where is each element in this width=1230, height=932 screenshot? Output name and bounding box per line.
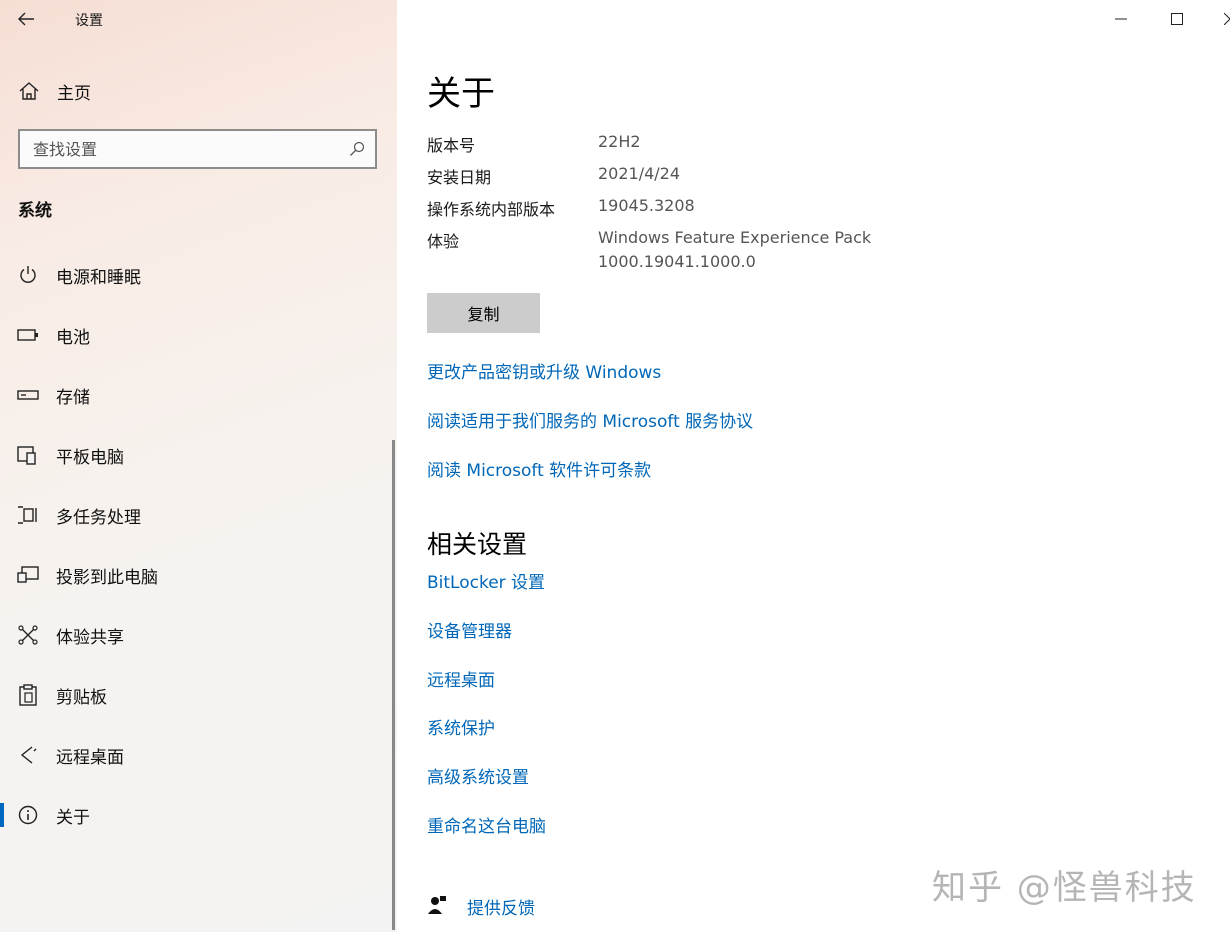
page-title: 关于 — [427, 74, 495, 114]
spec-label-os-build: 操作系统内部版本 — [427, 200, 556, 219]
sidebar-item-label: 主页 — [57, 83, 91, 104]
sidebar-item-remote-desktop[interactable]: 远程桌面 — [0, 725, 397, 785]
sidebar-section-title: 系统 — [18, 201, 52, 221]
related-settings-title: 相关设置 — [427, 530, 528, 559]
sidebar: 设置 主页 系统 电源和睡眠 电池 存储 平板电脑 — [0, 0, 397, 932]
rename-pc-link[interactable]: 重命名这台电脑 — [427, 812, 546, 837]
sidebar-item-label: 电源和睡眠 — [56, 267, 141, 288]
device-manager-link[interactable]: 设备管理器 — [427, 617, 512, 642]
search-box[interactable] — [18, 129, 377, 169]
close-icon — [1224, 13, 1230, 25]
sidebar-item-about[interactable]: 关于 — [0, 785, 397, 845]
sidebar-item-label: 远程桌面 — [56, 747, 124, 768]
sidebar-item-label: 电池 — [56, 327, 90, 348]
spec-label-version: 版本号 — [427, 136, 476, 155]
sidebar-item-tablet[interactable]: 平板电脑 — [0, 425, 397, 485]
sidebar-nav: 电源和睡眠 电池 存储 平板电脑 多任务处理 投影到此电脑 体验共享 剪贴板 远… — [0, 245, 397, 845]
license-terms-link[interactable]: 阅读 Microsoft 软件许可条款 — [427, 456, 651, 481]
sidebar-scrollbar[interactable] — [392, 440, 395, 930]
sidebar-item-label: 投影到此电脑 — [56, 567, 158, 588]
sidebar-item-shared-experiences[interactable]: 体验共享 — [0, 605, 397, 665]
sidebar-item-power[interactable]: 电源和睡眠 — [0, 245, 397, 305]
spec-value-os-build: 19045.3208 — [598, 196, 695, 215]
sidebar-item-label: 多任务处理 — [56, 507, 141, 528]
search-input[interactable] — [20, 139, 340, 159]
minimize-button[interactable] — [1093, 0, 1149, 38]
advanced-system-settings-link[interactable]: 高级系统设置 — [427, 763, 529, 788]
search-icon[interactable] — [349, 141, 365, 161]
minimize-icon — [1115, 18, 1127, 20]
spec-value-experience: Windows Feature Experience Pack — [598, 228, 872, 247]
sidebar-item-label: 平板电脑 — [56, 447, 124, 468]
system-protection-link[interactable]: 系统保护 — [427, 714, 495, 739]
project-icon — [0, 566, 56, 584]
spec-value-version: 22H2 — [598, 132, 641, 151]
spec-label-experience: 体验 — [427, 232, 460, 251]
info-icon — [0, 805, 56, 825]
multitasking-icon — [0, 505, 56, 525]
storage-icon — [0, 390, 56, 400]
window-title: 设置 — [75, 13, 103, 29]
sidebar-item-multitasking[interactable]: 多任务处理 — [0, 485, 397, 545]
services-agreement-link[interactable]: 阅读适用于我们服务的 Microsoft 服务协议 — [427, 407, 753, 432]
sidebar-item-home[interactable]: 主页 — [0, 70, 397, 112]
feedback-label: 提供反馈 — [467, 899, 535, 919]
spec-label-install-date: 安装日期 — [427, 168, 492, 187]
copy-button[interactable]: 复制 — [427, 293, 540, 333]
sidebar-item-label: 剪贴板 — [56, 687, 107, 708]
sidebar-item-clipboard[interactable]: 剪贴板 — [0, 665, 397, 725]
sidebar-item-battery[interactable]: 电池 — [0, 305, 397, 365]
bitlocker-settings-link[interactable]: BitLocker 设置 — [427, 568, 545, 593]
sidebar-item-label: 存储 — [56, 387, 90, 408]
home-icon — [0, 82, 56, 100]
shared-experiences-icon — [0, 625, 56, 645]
sidebar-item-label: 关于 — [56, 807, 90, 828]
clipboard-icon — [0, 684, 56, 706]
power-icon — [0, 265, 56, 285]
maximize-button[interactable] — [1149, 0, 1205, 38]
spec-value-experience-version: 1000.19041.1000.0 — [598, 252, 756, 271]
back-button[interactable] — [12, 6, 40, 32]
sidebar-item-project[interactable]: 投影到此电脑 — [0, 545, 397, 605]
maximize-icon — [1171, 13, 1183, 25]
watermark: 知乎 @怪兽科技 — [932, 868, 1197, 908]
back-arrow-icon — [18, 12, 34, 26]
sidebar-item-storage[interactable]: 存储 — [0, 365, 397, 425]
change-product-key-link[interactable]: 更改产品密钥或升级 Windows — [427, 358, 661, 383]
close-button[interactable] — [1205, 0, 1230, 38]
give-feedback[interactable]: 提供反馈 — [427, 894, 535, 919]
battery-icon — [0, 329, 56, 341]
remote-desktop-link[interactable]: 远程桌面 — [427, 666, 495, 691]
sidebar-item-label: 体验共享 — [56, 627, 124, 648]
spec-value-install-date: 2021/4/24 — [598, 164, 681, 183]
tablet-icon — [0, 445, 56, 465]
feedback-icon — [427, 895, 447, 919]
remote-desktop-icon — [0, 745, 56, 765]
